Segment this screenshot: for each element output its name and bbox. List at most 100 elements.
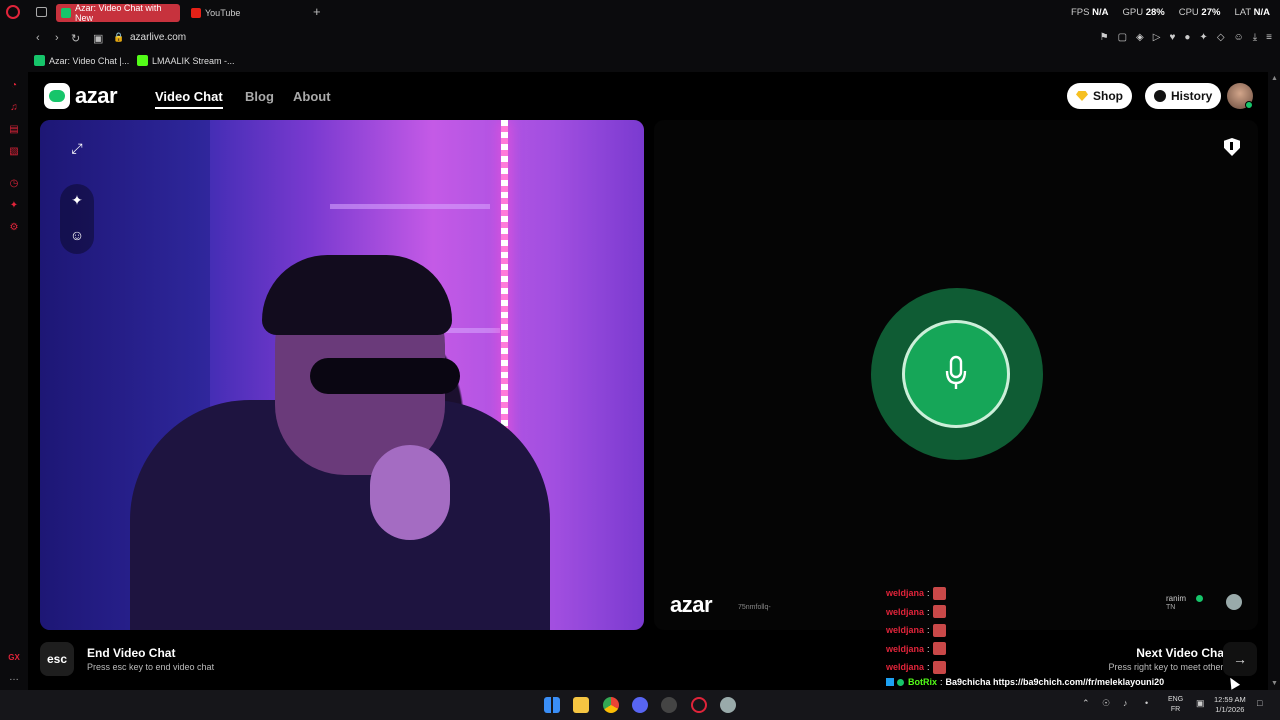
file-explorer-icon[interactable]	[573, 697, 589, 713]
chat-message: weldjana:	[886, 584, 1246, 603]
tray-chevron-icon[interactable]: ⌃	[1082, 698, 1090, 709]
chat-separator: :	[940, 677, 943, 687]
forward-icon[interactable]: ›	[55, 32, 59, 44]
azar-favicon-icon	[34, 55, 45, 66]
opera-logo-icon[interactable]	[6, 5, 20, 19]
player-icon[interactable]: ♫	[8, 102, 20, 114]
reload-icon[interactable]: ↻	[71, 32, 80, 45]
back-icon[interactable]: ‹	[36, 32, 40, 44]
chat-message: weldjana:	[886, 658, 1246, 677]
azar-logo[interactable]: azar	[44, 83, 118, 109]
shop-label: Shop	[1093, 89, 1123, 103]
notification-icon[interactable]: □	[1257, 698, 1262, 708]
opera-sidebar: ◔ ♫ ▤ ▧ ◷ ✦ ⚙ GX …	[0, 72, 28, 690]
history-sidebar-icon[interactable]: ◷	[8, 178, 20, 190]
chrome-icon[interactable]	[603, 697, 619, 713]
nav-blog[interactable]: Blog	[245, 89, 274, 104]
sparkle-effects-icon[interactable]: ✦	[66, 189, 88, 211]
person-sunglasses	[310, 358, 460, 394]
wallet-icon[interactable]: ◇	[1217, 32, 1225, 43]
history-label: History	[1171, 89, 1213, 103]
address-bar: ‹ › ↻ ▣ 🔒 azarlive.com ⚑ ▢ ◈ ▷ ♥ ● ✦ ◇ ☺…	[0, 26, 1280, 50]
nav-about[interactable]: About	[293, 89, 331, 104]
display-icon[interactable]: ▣	[1196, 698, 1205, 709]
twitch-icon[interactable]: ▤	[8, 124, 20, 136]
extensions-toolbar: ⚑ ▢ ◈ ▷ ♥ ● ✦ ◇ ☺ ⤓ ≡	[1100, 32, 1272, 43]
more-icon[interactable]: …	[8, 672, 20, 684]
tab-snapshot-icon[interactable]: ▣	[93, 32, 103, 45]
verified-icon	[897, 678, 904, 686]
shield-icon[interactable]: ◈	[1136, 32, 1144, 43]
new-tab-icon[interactable]: +	[313, 4, 321, 19]
bot-chat-message: BotRix : Ba9chicha https://ba9chich.com/…	[886, 677, 1164, 687]
chat-separator: :	[927, 643, 930, 654]
history-button[interactable]: History	[1145, 83, 1222, 109]
shop-button[interactable]: Shop	[1067, 83, 1132, 109]
emote-icon	[932, 642, 946, 656]
chat-separator: :	[927, 588, 930, 599]
end-chat-title[interactable]: End Video Chat	[87, 646, 175, 660]
clock-date: 1/1/2026	[1215, 705, 1245, 714]
extensions-icon[interactable]: ✦	[1199, 32, 1207, 43]
headset-icon[interactable]: ☉	[1102, 698, 1110, 709]
snapshot-icon[interactable]: ▢	[1118, 32, 1127, 43]
youtube-favicon-icon	[191, 8, 201, 18]
self-video: ⤢ ✦ ☺	[40, 120, 644, 630]
url-field[interactable]: azarlive.com	[130, 32, 186, 43]
kick-favicon-icon	[137, 55, 148, 66]
menu-icon[interactable]: ≡	[1266, 32, 1272, 43]
lock-icon[interactable]: 🔒	[113, 32, 124, 43]
lang-primary: ENG	[1168, 696, 1184, 703]
online-status-icon	[1245, 101, 1253, 109]
clock-time: 12:59 AM	[1214, 695, 1246, 704]
profile-icon[interactable]: ☺	[1234, 32, 1244, 43]
lat-readout: LAT N/A	[1234, 7, 1270, 18]
play-icon[interactable]: ▷	[1153, 32, 1161, 43]
peer-video: azar 75nmfollq- ranim TN	[654, 120, 1258, 630]
gx-corner-icon[interactable]: GX	[8, 652, 20, 664]
language-indicator[interactable]: ENG FR	[1168, 695, 1183, 715]
tab-youtube[interactable]: YouTube	[186, 4, 306, 22]
heart-icon[interactable]: ♥	[1169, 32, 1175, 43]
vpn-icon[interactable]: ●	[1184, 32, 1190, 43]
scroll-down-icon[interactable]: ▼	[1271, 680, 1278, 687]
scroll-up-icon[interactable]: ▲	[1271, 75, 1278, 82]
bookmark-label: Azar: Video Chat |...	[49, 55, 130, 66]
speed-dial-icon[interactable]: ◔	[8, 80, 20, 92]
extensions-sidebar-icon[interactable]: ✦	[8, 200, 20, 212]
lang-secondary: FR	[1170, 706, 1181, 713]
messenger-icon[interactable]: ▧	[8, 146, 20, 158]
cpu-readout: CPU 27%	[1178, 7, 1221, 18]
clock-icon	[1154, 90, 1166, 102]
bookmark-azar[interactable]: Azar: Video Chat |...	[34, 55, 129, 66]
chat-message: weldjana:	[886, 603, 1246, 622]
microphone-icon	[945, 355, 967, 389]
tab-azar[interactable]: Azar: Video Chat with New	[56, 3, 180, 23]
report-mark	[1230, 142, 1233, 150]
sticker-icon[interactable]: ☺	[66, 224, 88, 246]
azar-favicon-icon	[61, 8, 71, 18]
scrollbar[interactable]: ▲ ▼	[1268, 72, 1280, 690]
chat-username: weldjana	[886, 588, 925, 599]
mic-tray-icon[interactable]: •	[1145, 698, 1148, 708]
volume-icon[interactable]: ♪	[1123, 698, 1128, 708]
system-clock[interactable]: 12:59 AM 1/1/2026	[1214, 695, 1246, 715]
nav-video-chat[interactable]: Video Chat	[155, 89, 223, 109]
expand-icon[interactable]: ⤢	[66, 137, 88, 159]
bot-username: BotRix	[908, 677, 937, 687]
fps-readout: FPS N/A	[1070, 7, 1109, 18]
settings-app-icon[interactable]	[720, 697, 736, 713]
opera-gx-icon[interactable]	[691, 697, 707, 713]
windows-start-icon[interactable]	[544, 697, 560, 713]
chat-username: weldjana	[886, 643, 925, 654]
bookmark-label: LMAALIK Stream -...	[152, 55, 235, 66]
pin-icon[interactable]: ⚑	[1100, 32, 1109, 43]
chat-separator: :	[927, 606, 930, 617]
download-icon[interactable]: ⤓	[1253, 32, 1257, 43]
settings-icon[interactable]: ⚙	[8, 222, 20, 234]
tab-menu-icon[interactable]	[36, 7, 47, 17]
discord-icon[interactable]	[632, 697, 648, 713]
end-chat-key[interactable]: esc	[40, 642, 74, 676]
obs-icon[interactable]	[661, 697, 677, 713]
bookmark-lmaalik[interactable]: LMAALIK Stream -...	[137, 55, 235, 66]
